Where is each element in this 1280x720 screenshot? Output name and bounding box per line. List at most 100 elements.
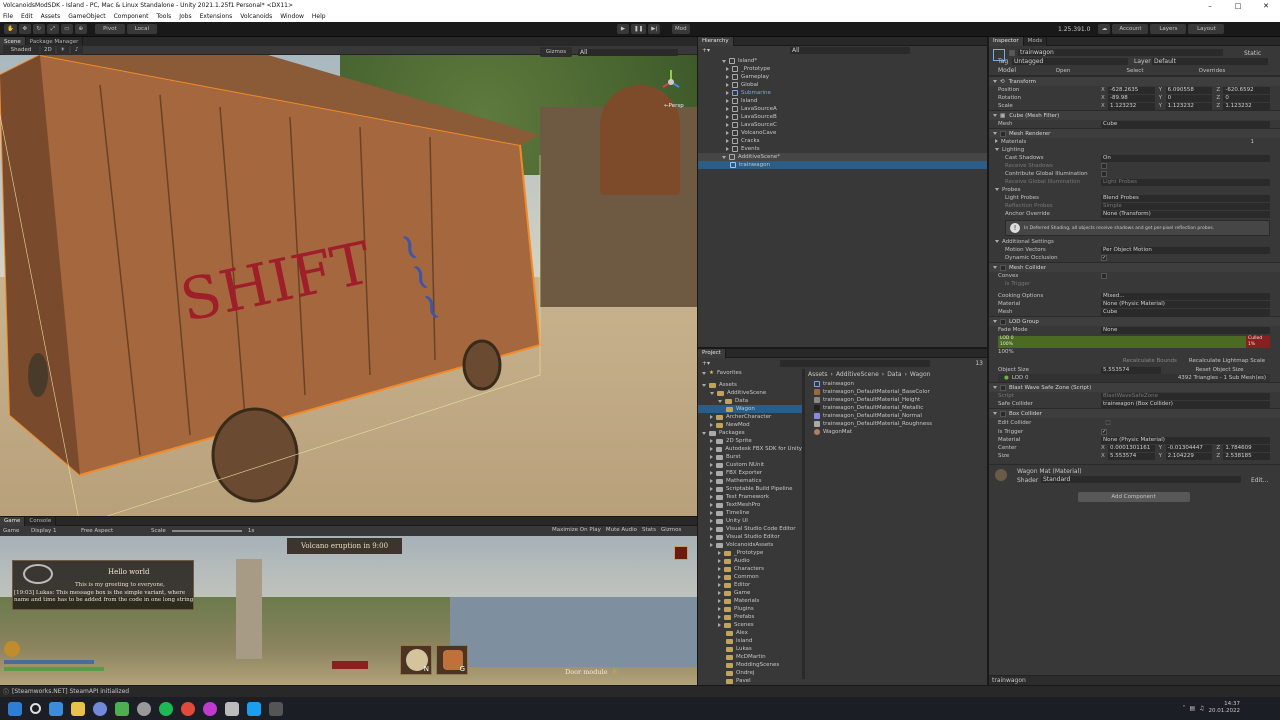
scale-tool-icon[interactable]: ⤢: [46, 24, 59, 34]
safe-collider-field[interactable]: trainwagon (Box Collider): [1101, 400, 1270, 408]
open-button[interactable]: Open: [1028, 67, 1098, 74]
contribute-gi-checkbox[interactable]: [1101, 171, 1107, 177]
aspect-dropdown[interactable]: Free Aspect: [81, 528, 131, 534]
blast-wave-component[interactable]: Blast Wave Safe Zone (Script): [989, 382, 1280, 392]
clock-date[interactable]: 20.01.2022: [1209, 708, 1241, 715]
convex-checkbox[interactable]: [1101, 273, 1107, 279]
menu-component[interactable]: Component: [114, 13, 149, 20]
static-toggle[interactable]: Static: [1244, 50, 1261, 57]
task-view-icon[interactable]: [49, 701, 63, 716]
enabled-checkbox[interactable]: [1000, 130, 1006, 137]
tree-folder-selected[interactable]: Wagon: [698, 405, 802, 413]
file-item[interactable]: trainwagon_DefaultMaterial_Roughness: [814, 420, 984, 428]
audio-toggle-icon[interactable]: ♪: [70, 45, 83, 55]
object-size-field[interactable]: 5.553574: [1101, 366, 1161, 374]
tree-folder[interactable]: Data: [698, 397, 802, 405]
collider-mesh-field[interactable]: Cube: [1101, 308, 1270, 316]
package-item[interactable]: Test Framework: [698, 493, 802, 501]
menu-gameobject[interactable]: GameObject: [68, 13, 105, 20]
mesh-renderer-component[interactable]: Mesh Renderer: [989, 128, 1280, 138]
play-button[interactable]: ▶: [617, 24, 629, 34]
spotify-icon[interactable]: [159, 701, 173, 716]
hierarchy-item[interactable]: Global: [698, 81, 987, 89]
rect-tool-icon[interactable]: ▭: [60, 24, 73, 34]
package-folder[interactable]: Game: [698, 589, 802, 597]
shader-dropdown[interactable]: Standard: [1041, 476, 1241, 483]
tab-game[interactable]: Game: [0, 517, 26, 526]
hierarchy-search-input[interactable]: All: [790, 47, 911, 54]
favorites-item[interactable]: ★ Favorites: [698, 369, 802, 377]
overrides-dropdown[interactable]: Overrides: [1172, 67, 1252, 74]
hierarchy-item[interactable]: _Prototype: [698, 65, 987, 73]
mesh-filter-component[interactable]: ▦ Cube (Mesh Filter): [989, 110, 1280, 120]
menu-tools[interactable]: Tools: [156, 13, 171, 20]
hierarchy-item[interactable]: VolcanoCave: [698, 129, 987, 137]
file-item[interactable]: trainwagon_DefaultMaterial_Height: [814, 396, 984, 404]
scene-folder[interactable]: Alex: [698, 629, 802, 637]
transform-tool-icon[interactable]: ⊕: [74, 24, 87, 34]
trigger-checkbox[interactable]: ✓: [1101, 429, 1107, 435]
hierarchy-item[interactable]: LavaSourceB: [698, 113, 987, 121]
package-item[interactable]: FBX Exporter: [698, 469, 802, 477]
app-icon[interactable]: [203, 701, 217, 716]
map-icon[interactable]: [674, 546, 688, 560]
enabled-checkbox[interactable]: [1000, 264, 1006, 271]
enabled-checkbox[interactable]: [1000, 318, 1006, 325]
file-item[interactable]: trainwagon_DefaultMaterial_BaseColor: [814, 388, 984, 396]
scene-folder[interactable]: Island: [698, 637, 802, 645]
scene-folder[interactable]: Lukas: [698, 645, 802, 653]
tab-console[interactable]: Console: [25, 517, 57, 526]
fade-mode-dropdown[interactable]: None: [1101, 326, 1270, 334]
hierarchy-item[interactable]: LavaSourceC: [698, 121, 987, 129]
tag-dropdown[interactable]: Untagged: [1012, 58, 1128, 65]
package-item[interactable]: Visual Studio Editor: [698, 533, 802, 541]
dynamic-occlusion-checkbox[interactable]: ✓: [1101, 255, 1107, 261]
hierarchy-item[interactable]: Cracks: [698, 137, 987, 145]
add-component-button[interactable]: Add Component: [1077, 492, 1190, 502]
discord-icon[interactable]: [93, 701, 107, 716]
package-folder[interactable]: Plugins: [698, 605, 802, 613]
enabled-checkbox[interactable]: [1000, 384, 1006, 391]
lod-bar[interactable]: LOD 0 100% Culled 1%: [998, 336, 1270, 348]
package-item[interactable]: Autodesk FBX SDK for Unity: [698, 445, 802, 453]
package-folder[interactable]: Editor: [698, 581, 802, 589]
scale-slider[interactable]: [171, 530, 242, 532]
scene-view[interactable]: SHIFT ~~~ ←Persp: [0, 37, 697, 516]
lod0-row[interactable]: ● LOD 0 4392 Triangles - 1 Sub Mesh(es): [998, 374, 1270, 382]
rotate-tool-icon[interactable]: ↻: [32, 24, 45, 34]
scene-folder[interactable]: McDMartin: [698, 653, 802, 661]
pivot-toggle[interactable]: Pivot: [94, 24, 125, 34]
box-collider-component[interactable]: Box Collider: [989, 408, 1280, 418]
scene-search-input[interactable]: All: [578, 48, 678, 56]
additional-settings-foldout[interactable]: Additional Settings: [989, 238, 1280, 246]
hand-tool-icon[interactable]: ✋: [4, 24, 17, 34]
tab-hierarchy[interactable]: Hierarchy: [698, 36, 734, 46]
motion-vectors-dropdown[interactable]: Per Object Motion: [1101, 246, 1270, 254]
package-item[interactable]: Timeline: [698, 509, 802, 517]
wagon-model[interactable]: SHIFT ~~~: [0, 55, 697, 516]
package-folder[interactable]: Materials: [698, 597, 802, 605]
object-name-field[interactable]: trainwagon: [1018, 49, 1223, 56]
anchor-field[interactable]: None (Transform): [1101, 210, 1270, 218]
app-icon[interactable]: [115, 701, 129, 716]
edit-shader-button[interactable]: Edit...: [1251, 477, 1268, 484]
2d-toggle[interactable]: 2D: [41, 45, 55, 55]
tab-mods[interactable]: Mods: [1023, 37, 1048, 46]
menu-edit[interactable]: Edit: [21, 13, 33, 20]
menu-assets[interactable]: Assets: [41, 13, 61, 20]
hierarchy-item[interactable]: Events: [698, 145, 987, 153]
tree-folder[interactable]: ArcherCharacter: [698, 413, 802, 421]
project-search-input[interactable]: [780, 359, 931, 367]
hierarchy-item[interactable]: Submarine: [698, 89, 987, 97]
script-field[interactable]: BlastWaveSafeZone: [1101, 392, 1270, 400]
menu-jobs[interactable]: Jobs: [179, 13, 191, 20]
chrome-icon[interactable]: [181, 701, 195, 716]
active-checkbox[interactable]: [1009, 50, 1015, 56]
search-icon[interactable]: [30, 703, 41, 714]
menu-window[interactable]: Window: [280, 13, 304, 20]
edit-collider-icon[interactable]: ⬚: [1101, 419, 1115, 427]
receive-gi-dropdown[interactable]: Light Probes: [1101, 178, 1270, 186]
layer-dropdown[interactable]: Default: [1152, 58, 1268, 65]
file-item[interactable]: WagonMat: [814, 428, 984, 436]
layout-dropdown[interactable]: Layout: [1188, 24, 1225, 34]
